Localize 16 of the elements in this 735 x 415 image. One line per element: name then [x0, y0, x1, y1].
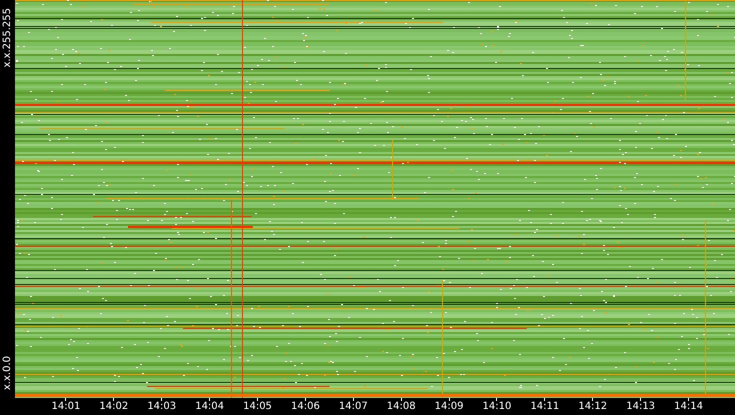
- x-axis-tick-label: 14:14: [674, 401, 703, 413]
- x-axis-tick-label: 14:07: [338, 401, 368, 413]
- x-axis-tick-label: 14:10: [482, 401, 512, 413]
- y-axis-label: x.x.0.0: [2, 356, 12, 390]
- x-axis-tick-label: 14:04: [195, 401, 224, 413]
- x-axis-tick-label: 14:05: [243, 401, 272, 413]
- x-axis-tick-label: 14:12: [578, 401, 608, 413]
- x-axis-tick-label: 14:08: [386, 401, 416, 413]
- x-axis-tick-label: 14:01: [52, 401, 80, 413]
- x-axis-tick-label: 14:06: [290, 401, 320, 413]
- y-axis-label: x.x.255.255: [2, 8, 12, 68]
- x-axis-tick-label: 14:11: [530, 401, 560, 413]
- x-axis-tick-label: 14:02: [99, 401, 128, 413]
- x-axis-tick-label: 14:13: [626, 401, 656, 413]
- x-axis-tick-label: 14:03: [147, 401, 176, 413]
- x-axis-tick-label: 14:09: [434, 401, 464, 413]
